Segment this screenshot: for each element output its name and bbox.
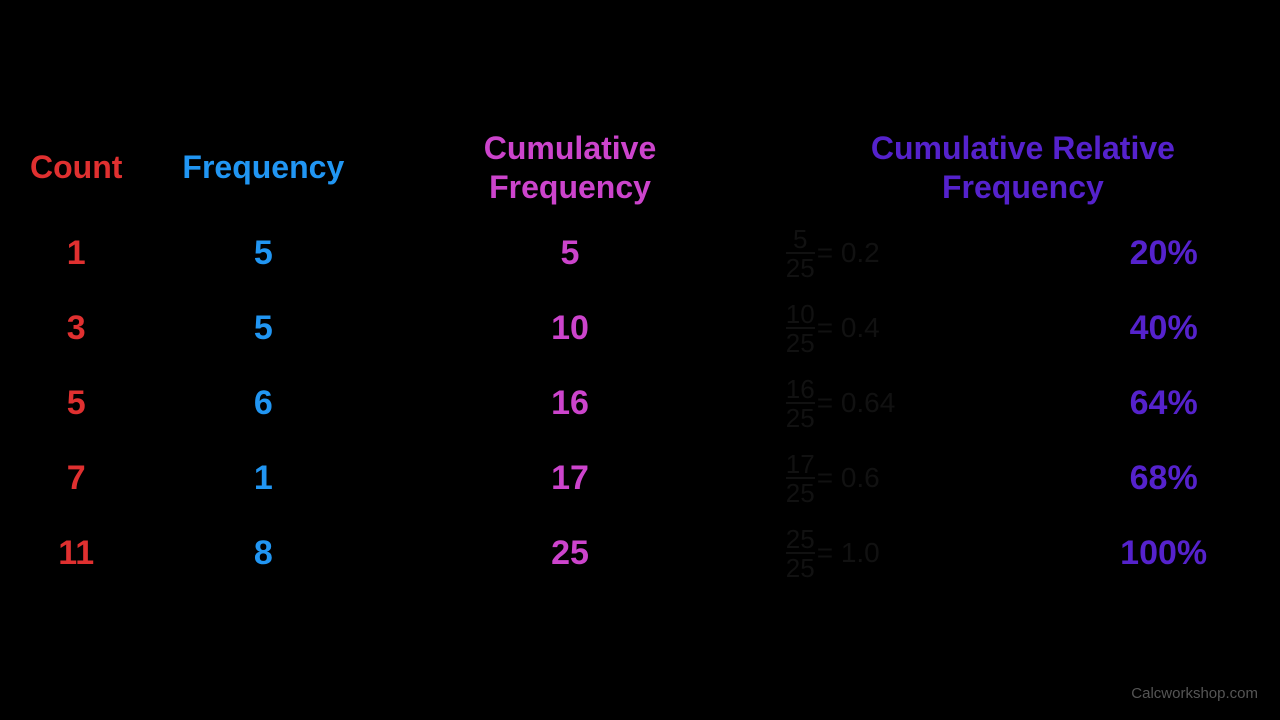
cell-frequency: 5 (152, 291, 374, 366)
cell-count: 11 (0, 516, 152, 591)
table-row: 118252525= 1.0100% (0, 516, 1280, 591)
table-row: 155525= 0.220% (0, 216, 1280, 291)
table-row: 56161625= 0.6464% (0, 366, 1280, 441)
cell-count: 1 (0, 216, 152, 291)
cell-count: 7 (0, 441, 152, 516)
header-count: Count (0, 129, 152, 216)
cell-frequency: 5 (152, 216, 374, 291)
cell-count: 3 (0, 291, 152, 366)
cell-cumulative-frequency: 5 (374, 216, 766, 291)
cell-percent: 100% (1047, 516, 1280, 591)
header-cumulative-frequency: Cumulative Frequency (374, 129, 766, 216)
cell-fraction: 2525= 1.0 (766, 516, 1048, 591)
cell-percent: 68% (1047, 441, 1280, 516)
cell-fraction: 1025= 0.4 (766, 291, 1048, 366)
cell-fraction: 1725= 0.6 (766, 441, 1048, 516)
cell-frequency: 1 (152, 441, 374, 516)
cell-percent: 20% (1047, 216, 1280, 291)
table-row: 71171725= 0.668% (0, 441, 1280, 516)
table-row: 35101025= 0.440% (0, 291, 1280, 366)
cell-percent: 40% (1047, 291, 1280, 366)
cell-cumulative-frequency: 17 (374, 441, 766, 516)
cell-fraction: 525= 0.2 (766, 216, 1048, 291)
frequency-table: Count Frequency Cumulative Frequency Cum… (0, 129, 1280, 591)
cell-count: 5 (0, 366, 152, 441)
cell-cumulative-frequency: 25 (374, 516, 766, 591)
header-frequency: Frequency (152, 129, 374, 216)
header-cumulative-relative-frequency: Cumulative Relative Frequency (766, 129, 1280, 216)
main-table-wrapper: Count Frequency Cumulative Frequency Cum… (0, 129, 1280, 591)
cell-percent: 64% (1047, 366, 1280, 441)
watermark: Calcworkshop.com (1131, 685, 1258, 702)
cell-frequency: 6 (152, 366, 374, 441)
cell-frequency: 8 (152, 516, 374, 591)
cell-fraction: 1625= 0.64 (766, 366, 1048, 441)
cell-cumulative-frequency: 16 (374, 366, 766, 441)
cell-cumulative-frequency: 10 (374, 291, 766, 366)
